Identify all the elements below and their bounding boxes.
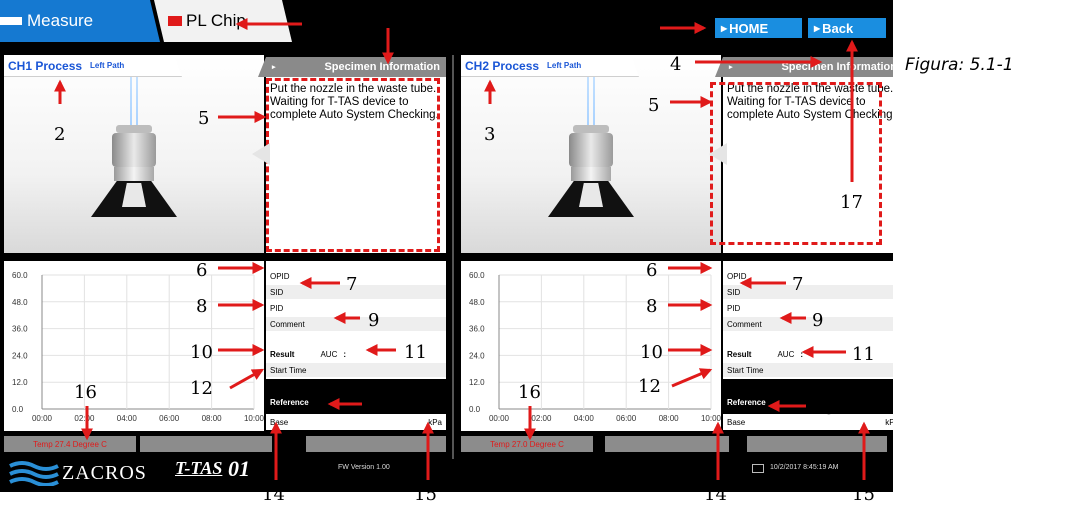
callout-number: 8 [196,296,208,317]
callout-number: 4 [382,4,394,25]
callout-number: 2 [54,124,66,145]
callout-number: 15 [852,484,875,505]
callout-number: 5 [198,108,210,129]
callout-arrow-12a [229,368,265,390]
callout-number: 12 [190,378,213,399]
callout-number: 3 [484,124,496,145]
callout-number: 6 [646,260,658,281]
callout-number: 1 [330,15,342,36]
callout-number: 4 [670,54,682,75]
callout-number: 16 [74,382,97,403]
annotation-layer [54,18,870,480]
callout-number: 12 [638,376,661,397]
callout-number: 10 [190,342,213,363]
callout-number: 15 [414,484,437,505]
callout-number: 13 [812,398,835,419]
callout-number: 7 [792,274,804,295]
callout-arrow-12b [671,368,713,388]
callout-number: 7 [346,274,358,295]
callout-number: 8 [646,296,658,317]
callout-number: 10 [640,342,663,363]
callout-number: 17 [840,192,863,213]
callout-number: 13 [368,396,391,417]
callout-number: 14 [262,484,285,505]
figure-caption: Figura: 5.1-1 [905,55,1014,75]
callout-number: 9 [368,310,380,331]
callout-number: 11 [404,342,427,363]
callout-number: 5 [648,95,660,116]
callout-number: 6 [196,260,208,281]
callout-number: 9 [812,310,824,331]
callout-number: 11 [852,344,875,365]
callout-number: 16 [518,382,541,403]
callout-number: 18 [606,18,629,39]
callout-number: 14 [704,484,727,505]
